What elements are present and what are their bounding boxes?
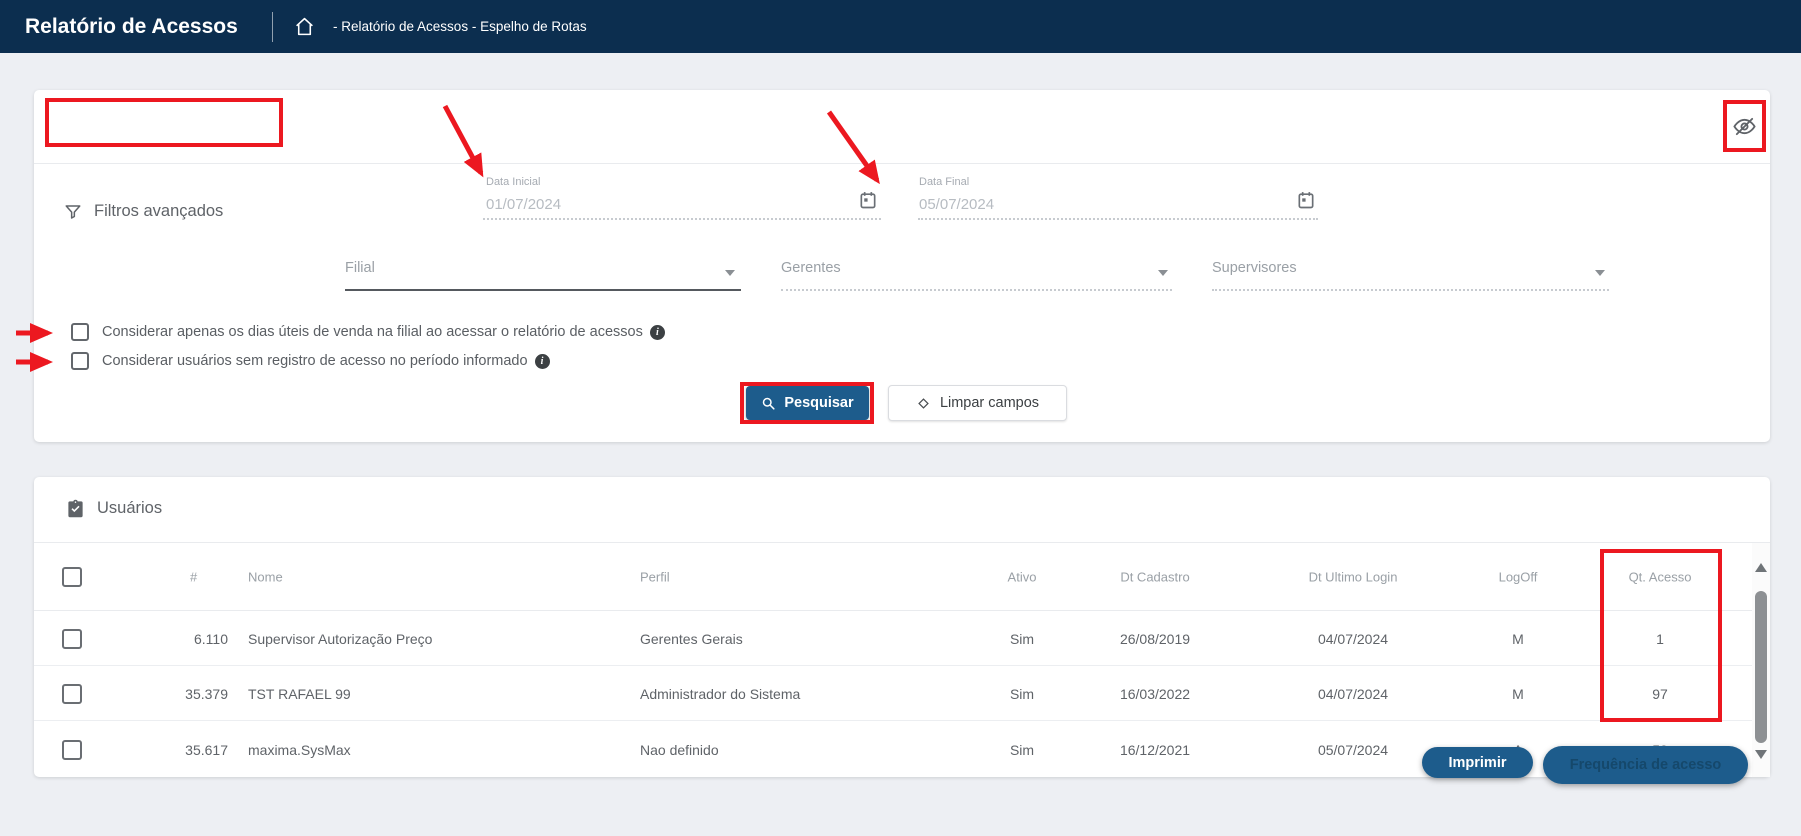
table-header-row: # Nome Perfil Ativo Dt Cadastro Dt Ultim… [34,543,1770,611]
search-button[interactable]: Pesquisar [746,386,869,420]
header-divider [272,12,273,42]
cell-ativo: Sim [974,742,1070,758]
cell-perfil: Gerentes Gerais [640,631,1000,647]
date-start-value[interactable]: 01/07/2024 [486,196,561,213]
users-section-title: Usuários [66,499,162,518]
cell-id: 6.110 [150,631,228,647]
cell-dt-ultimo-login: 04/07/2024 [1280,686,1426,702]
cell-perfil: Nao definido [640,742,1000,758]
date-start-calendar-icon[interactable] [858,190,878,210]
cell-perfil: Administrador do Sistema [640,686,1000,702]
row-checkbox[interactable] [62,684,82,704]
hide-filters-eye-slash-icon[interactable] [1733,115,1756,138]
cell-logoff: M [1470,686,1566,702]
table-row: 6.110 Supervisor Autorização Preço Geren… [34,612,1770,666]
row-checkbox[interactable] [62,629,82,649]
gerentes-select[interactable]: Gerentes [781,260,841,276]
col-header-perfil: Perfil [640,569,1000,584]
table-scrollbar[interactable] [1752,543,1770,777]
filter-funnel-icon [64,203,82,221]
eraser-diamond-icon [916,396,931,411]
scroll-down-arrow-icon[interactable] [1755,750,1767,759]
clear-fields-button[interactable]: Limpar campos [888,385,1067,421]
breadcrumb: - Relatório de Acessos - Espelho de Rota… [333,0,587,53]
checkbox-sem-registro-label: Considerar usuários sem registro de aces… [102,353,550,369]
date-start-label: Data Inicial [486,176,540,188]
date-end-underline [918,218,1318,220]
users-card: Usuários # Nome Perfil Ativo Dt Cadastro… [34,477,1770,777]
supervisores-underline [1212,289,1609,291]
checkbox-dias-uteis[interactable] [71,323,89,341]
clipboard-check-icon [66,499,85,518]
top-header-bar: Relatório de Acessos - Relatório de Aces… [0,0,1801,53]
cell-qt-acesso: 97 [1610,686,1710,702]
cell-dt-cadastro: 16/03/2022 [1090,686,1220,702]
cell-dt-cadastro: 16/12/2021 [1090,742,1220,758]
home-icon[interactable] [294,16,315,37]
filters-section-title: Filtros avançados [64,202,223,221]
select-all-checkbox[interactable] [62,567,82,587]
print-button[interactable]: Imprimir [1422,747,1533,778]
cell-nome: maxima.SysMax [248,742,628,758]
checkbox-sem-registro[interactable] [71,352,89,370]
col-header-dt-ultimo-login: Dt Ultimo Login [1280,569,1426,584]
cell-dt-cadastro: 26/08/2019 [1090,631,1220,647]
cell-nome: TST RAFAEL 99 [248,686,628,702]
advanced-filters-card: Filtros avançados Data Inicial 01/07/202… [34,90,1770,442]
date-end-value[interactable]: 05/07/2024 [919,196,994,213]
table-row: 35.379 TST RAFAEL 99 Administrador do Si… [34,667,1770,721]
filial-select[interactable]: Filial [345,260,375,276]
app-root: Relatório de Acessos - Relatório de Aces… [0,0,1801,836]
col-header-ativo: Ativo [974,569,1070,584]
gerentes-underline [781,289,1172,291]
cell-ativo: Sim [974,631,1070,647]
cell-id: 35.617 [150,742,228,758]
supervisores-select[interactable]: Supervisores [1212,260,1297,276]
filial-chevron-down-icon[interactable] [725,270,735,276]
info-icon[interactable]: i [650,325,665,340]
page-title: Relatório de Acessos [25,0,238,53]
col-header-id: # [150,569,228,584]
scroll-up-arrow-icon[interactable] [1755,563,1767,572]
cell-nome: Supervisor Autorização Preço [248,631,628,647]
supervisores-chevron-down-icon[interactable] [1595,270,1605,276]
col-header-logoff: LogOff [1470,569,1566,584]
search-icon [761,396,776,411]
scrollbar-thumb[interactable] [1755,591,1767,743]
cell-qt-acesso: 1 [1610,631,1710,647]
gerentes-chevron-down-icon[interactable] [1158,270,1168,276]
info-icon[interactable]: i [535,354,550,369]
col-header-nome: Nome [248,569,628,584]
date-end-label: Data Final [919,176,969,188]
cell-ativo: Sim [974,686,1070,702]
date-start-underline [483,218,881,220]
col-header-qt-acesso: Qt. Acesso [1610,569,1710,584]
filial-underline [345,289,741,291]
date-end-calendar-icon[interactable] [1296,190,1316,210]
col-header-dt-cadastro: Dt Cadastro [1090,569,1220,584]
checkbox-dias-uteis-label: Considerar apenas os dias úteis de venda… [102,324,665,340]
filters-header-divider [34,163,1770,164]
row-checkbox[interactable] [62,740,82,760]
cell-id: 35.379 [150,686,228,702]
cell-dt-ultimo-login: 04/07/2024 [1280,631,1426,647]
cell-dt-ultimo-login: 05/07/2024 [1280,742,1426,758]
access-frequency-button[interactable]: Frequência de acesso [1543,746,1748,784]
cell-logoff: M [1470,631,1566,647]
